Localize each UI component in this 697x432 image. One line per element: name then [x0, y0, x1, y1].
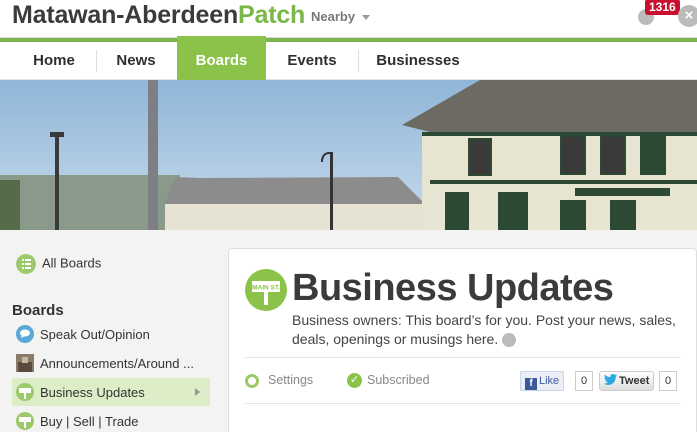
board-description: Business owners: This board’s for you. P… — [292, 311, 692, 349]
settings-link[interactable]: Settings — [245, 373, 313, 388]
gear-icon — [245, 373, 259, 388]
sidebar-item-announcements[interactable]: Announcements/Around ... — [12, 349, 210, 377]
hero-photo — [0, 80, 697, 230]
nav-businesses[interactable]: Businesses — [359, 42, 477, 80]
divider — [245, 357, 681, 358]
nav-home[interactable]: Home — [14, 42, 94, 80]
tweet-button[interactable]: Tweet — [599, 371, 655, 391]
tweet-count: 0 — [659, 371, 678, 391]
sidebar-item-label: Business Updates — [40, 385, 145, 400]
sidebar-item-label: Buy | Sell | Trade — [40, 414, 139, 429]
all-boards-link[interactable]: All Boards — [16, 254, 101, 274]
nav-boards[interactable]: Boards — [177, 36, 266, 82]
flag-icon[interactable] — [502, 333, 517, 348]
twitter-bird-icon — [604, 374, 617, 385]
top-bar: Matawan-AberdeenPatch Nearby 1316 × — [0, 0, 697, 38]
main-st-sign-icon — [16, 383, 34, 401]
site-name: Matawan-Aberdeen — [12, 1, 239, 29]
boards-heading: Boards — [12, 302, 64, 319]
facebook-icon: f — [525, 378, 537, 390]
main-st-sign-icon: MAIN ST. — [245, 269, 287, 311]
like-count: 0 — [575, 371, 594, 391]
site-logo[interactable]: Matawan-AberdeenPatch — [12, 1, 305, 30]
sidebar-item-label: Announcements/Around ... — [40, 356, 194, 371]
divider — [245, 403, 681, 404]
list-icon — [16, 254, 36, 274]
subscribed-label: Subscribed — [367, 373, 430, 387]
speech-bubble-icon — [16, 325, 34, 343]
close-icon[interactable]: × — [678, 5, 697, 27]
nearby-dropdown[interactable]: Nearby — [311, 9, 371, 24]
sidebar-item-label: Speak Out/Opinion — [40, 327, 150, 342]
main-nav: Home News Boards Events Businesses — [0, 36, 697, 82]
sidebar-item-speak-out[interactable]: Speak Out/Opinion — [12, 320, 210, 348]
nearby-label: Nearby — [311, 9, 356, 24]
chevron-right-icon — [195, 388, 200, 396]
nav-events[interactable]: Events — [268, 42, 356, 80]
main-st-sign-icon — [16, 412, 34, 430]
sidebar-item-buy-sell-trade[interactable]: Buy | Sell | Trade — [12, 407, 210, 432]
sidebar: All Boards Boards Speak Out/Opinion Anno… — [0, 230, 220, 432]
sign-text: MAIN ST. — [252, 285, 280, 292]
subscribed-toggle[interactable]: ✓ Subscribed — [347, 373, 430, 389]
settings-label: Settings — [268, 373, 314, 387]
patch-brand: Patch — [238, 1, 306, 29]
nav-news[interactable]: News — [97, 42, 175, 80]
photo-thumbnail-icon — [16, 354, 34, 372]
sidebar-item-business-updates[interactable]: Business Updates — [12, 378, 210, 406]
like-label: Like — [539, 375, 560, 387]
chevron-down-icon — [362, 15, 371, 21]
page-title: Business Updates — [292, 267, 614, 309]
all-boards-label: All Boards — [42, 255, 102, 271]
tweet-label: Tweet — [619, 375, 650, 387]
description-text: Business owners: This board’s for you. P… — [292, 312, 676, 347]
check-icon: ✓ — [347, 373, 362, 389]
board-card: MAIN ST. Business Updates Business owner… — [228, 248, 697, 432]
notification-badge[interactable]: 1316 — [645, 0, 680, 15]
facebook-like-button[interactable]: f Like — [520, 371, 565, 391]
